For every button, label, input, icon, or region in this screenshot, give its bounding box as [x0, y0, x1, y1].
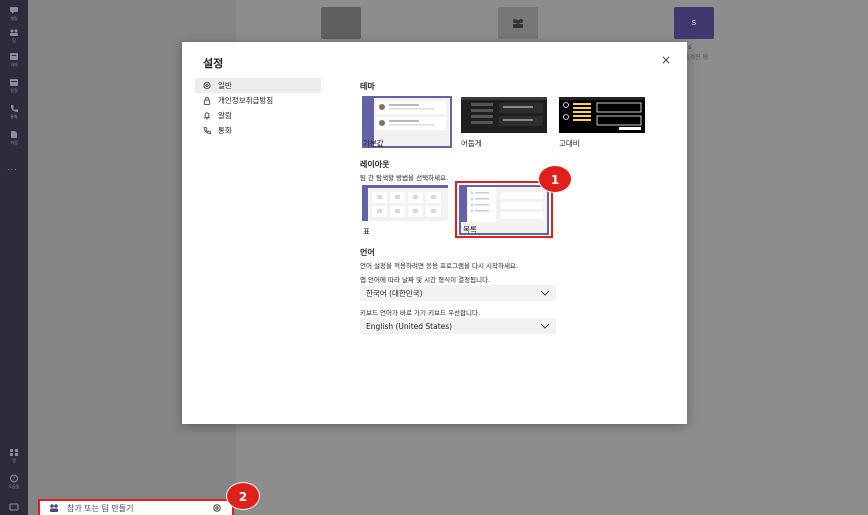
nav-item-general[interactable]: 일반 — [195, 78, 321, 93]
theme-heading: 테마 — [360, 82, 375, 91]
rail-item-chat[interactable]: 채팅 — [0, 6, 28, 22]
svg-text:?: ? — [13, 477, 16, 483]
chevron-down-icon — [540, 290, 550, 296]
app-rail: 채팅 팀 과제 일정 통화 파일 ... 앱 ? 도움말 — [0, 0, 28, 515]
app-language-value: 한국어 (대한민국) — [366, 288, 423, 298]
rail-item-label: 일정 — [10, 88, 18, 93]
teams-icon — [513, 19, 523, 28]
device-icon — [9, 503, 19, 512]
keyboard-language-note: 키보드 언어가 바로 가기 키보드 우선합니다. — [360, 309, 481, 317]
more-apps-icon[interactable]: ... — [7, 163, 18, 172]
layout-option-list[interactable]: 목록 — [459, 185, 549, 235]
callout-badge-1: 1 — [538, 165, 572, 193]
join-or-create-team-bar[interactable]: 참가 또는 팀 만들기 — [38, 499, 234, 515]
grid-layout-preview-icon — [362, 185, 448, 221]
app-language-note: 앱 언어에 따라 날짜 및 시간 형식이 결정됩니다. — [360, 276, 491, 284]
rail-item-label: 통화 — [10, 114, 18, 119]
layout-option-label: 표 — [363, 227, 370, 236]
theme-option-label: 고대비 — [559, 139, 580, 148]
assignments-icon — [9, 52, 19, 61]
theme-option-label: 어둡게 — [461, 139, 482, 148]
rail-item-label: 채팅 — [10, 16, 18, 21]
callout-badge-2: 2 — [226, 482, 260, 510]
nav-item-label: 알림 — [218, 111, 232, 120]
dialog-title: 설정 — [203, 57, 224, 70]
rail-item-calls[interactable]: 통화 — [0, 104, 28, 120]
theme-option-high-contrast[interactable] — [559, 97, 645, 133]
phone-icon — [203, 126, 212, 135]
nav-item-label: 개인정보취급방침 — [218, 96, 274, 105]
rail-item-assignments[interactable]: 과제 — [0, 52, 28, 68]
list-layout-preview-icon — [461, 187, 547, 222]
rail-item-teams[interactable]: 팀 — [0, 28, 28, 44]
join-or-create-team-label: 참가 또는 팀 만들기 — [67, 503, 134, 513]
calendar-icon — [9, 78, 19, 87]
rail-item-calendar[interactable]: 일정 — [0, 78, 28, 94]
high-contrast-theme-preview-icon — [559, 97, 645, 133]
gear-icon — [203, 81, 211, 90]
layout-option-grid[interactable] — [362, 185, 448, 221]
theme-option-label: 기본값 — [363, 139, 384, 148]
lock-icon — [203, 96, 211, 105]
rail-item-label: 과제 — [10, 62, 18, 67]
teams-icon — [9, 28, 19, 37]
rail-item-help[interactable]: ? 도움말 — [0, 474, 28, 490]
chevron-down-icon — [540, 323, 550, 329]
team-tile[interactable] — [498, 7, 538, 39]
calls-icon — [9, 104, 19, 113]
rail-item-label: 앱 — [12, 458, 16, 463]
language-heading: 언어 — [360, 248, 375, 257]
nav-item-notifications[interactable]: 알림 — [195, 108, 321, 123]
add-team-icon — [50, 504, 58, 512]
layout-heading: 레이아웃 — [360, 160, 390, 169]
gear-icon[interactable] — [212, 503, 222, 513]
help-icon: ? — [9, 474, 19, 483]
nav-item-label: 통화 — [218, 126, 232, 135]
team-tile[interactable] — [321, 7, 361, 39]
rail-item-label: 도움말 — [8, 484, 20, 489]
language-restart-note: 언어 설정을 적용하려면 응용 프로그램을 다시 시작하세요. — [360, 262, 518, 270]
close-icon[interactable]: × — [661, 54, 671, 66]
keyboard-language-value: English (United States) — [366, 321, 453, 331]
nav-item-privacy[interactable]: 개인정보취급방침 — [195, 93, 321, 108]
app-language-select[interactable]: 한국어 (대한민국) — [360, 285, 556, 301]
keyboard-language-select[interactable]: English (United States) — [360, 318, 556, 334]
layout-description: 팀 간 탐색할 방법을 선택하세요. — [360, 174, 449, 182]
apps-icon — [9, 448, 19, 457]
rail-item-label: 팀 — [12, 38, 16, 43]
rail-item-device[interactable] — [0, 503, 28, 513]
layout-option-label: 목록 — [463, 225, 477, 234]
chat-icon — [9, 6, 19, 15]
rail-item-label: 파일 — [10, 140, 18, 145]
rail-item-files[interactable]: 파일 — [0, 130, 28, 146]
theme-option-dark[interactable] — [461, 97, 547, 133]
nav-item-calls[interactable]: 통화 — [195, 123, 321, 138]
team-tile-label: s — [688, 44, 692, 51]
rail-item-apps[interactable]: 앱 — [0, 448, 28, 464]
settings-nav: 일반 개인정보취급방침 알림 통화 — [195, 78, 321, 138]
dark-theme-preview-icon — [461, 97, 547, 133]
team-tile[interactable]: s — [674, 7, 714, 39]
nav-item-label: 일반 — [218, 81, 232, 90]
team-tile-sub: 숨겨진 팀 — [684, 54, 708, 61]
bell-icon — [204, 112, 210, 120]
settings-dialog: 설정 × 일반 개인정보취급방침 알림 통화 테마 기본값 어둡게 고대비 레이… — [182, 42, 687, 424]
files-icon — [9, 130, 19, 139]
